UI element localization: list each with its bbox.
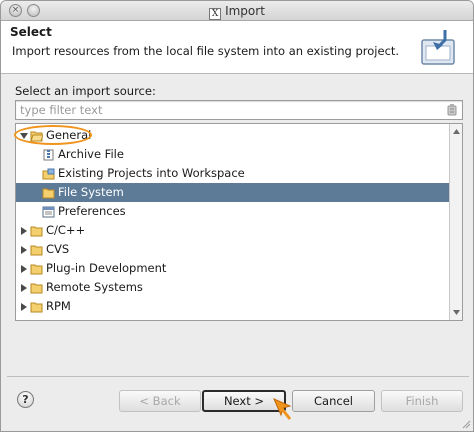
- tree-item-label: RPM: [46, 299, 71, 313]
- folder-icon: [30, 283, 43, 294]
- existing-projects-icon: [42, 168, 55, 180]
- tree-scrollbar[interactable]: [449, 124, 462, 320]
- tree-item-label: CVS: [46, 242, 70, 256]
- tree-item-file-system[interactable]: File System: [16, 183, 450, 202]
- pointer-arrow-icon: [273, 398, 292, 420]
- archive-file-icon: [43, 149, 54, 161]
- tree-item-label: Existing Projects into Workspace: [58, 166, 245, 180]
- x11-logo-icon: X: [209, 8, 222, 20]
- chevron-right-icon[interactable]: [19, 226, 29, 236]
- tree-item-archive-file[interactable]: Archive File: [16, 145, 450, 164]
- clear-filter-icon[interactable]: [445, 103, 459, 117]
- tree-item-cpp[interactable]: C/C++: [16, 221, 450, 240]
- tree-item-cvs[interactable]: CVS: [16, 240, 450, 259]
- page-description: Import resources from the local file sys…: [12, 44, 400, 58]
- resize-grip-icon[interactable]: [461, 419, 471, 429]
- tree-item-remote-systems[interactable]: Remote Systems: [16, 278, 450, 297]
- tree-item-label: Preferences: [58, 204, 126, 218]
- import-dialog: × X Import Select Import resources from t…: [0, 0, 474, 432]
- help-button[interactable]: ?: [17, 391, 34, 408]
- cancel-button[interactable]: Cancel: [292, 390, 375, 412]
- general-highlight-annotation: [14, 125, 92, 145]
- tree-item-label: Archive File: [58, 147, 124, 161]
- page-title: Select: [10, 25, 52, 39]
- chevron-right-icon[interactable]: [19, 302, 29, 312]
- tree-item-label: Remote Systems: [46, 280, 143, 294]
- button-bar-divider: [7, 376, 469, 377]
- import-source-label: Select an import source:: [15, 84, 156, 98]
- chevron-right-icon[interactable]: [19, 283, 29, 293]
- scroll-down-icon[interactable]: [452, 308, 461, 317]
- folder-icon: [30, 264, 43, 275]
- folder-icon: [42, 188, 55, 199]
- folder-icon: [30, 302, 43, 313]
- title-bar[interactable]: × X Import: [1, 1, 473, 21]
- tree-item-preferences[interactable]: Preferences: [16, 202, 450, 221]
- import-wizard-icon: [421, 30, 455, 65]
- filter-input[interactable]: [15, 100, 463, 120]
- back-button[interactable]: < Back: [119, 390, 201, 412]
- import-source-tree[interactable]: General Archive File Existing Projects i…: [15, 123, 463, 321]
- tree-item-label: Plug-in Development: [46, 261, 167, 275]
- preferences-icon: [42, 206, 55, 218]
- tree-item-plugin-development[interactable]: Plug-in Development: [16, 259, 450, 278]
- folder-icon: [30, 226, 43, 237]
- chevron-right-icon[interactable]: [19, 245, 29, 255]
- tree-item-label: File System: [58, 185, 124, 199]
- chevron-right-icon[interactable]: [19, 264, 29, 274]
- tree-item-rpm[interactable]: RPM: [16, 297, 450, 316]
- wizard-header: Select Import resources from the local f…: [1, 21, 473, 74]
- tree-item-label: C/C++: [46, 223, 86, 237]
- tree-item-existing-projects[interactable]: Existing Projects into Workspace: [16, 164, 450, 183]
- scroll-up-icon[interactable]: [452, 127, 461, 136]
- folder-icon: [30, 245, 43, 256]
- window-title-text: Import: [225, 4, 265, 18]
- finish-button[interactable]: Finish: [381, 390, 463, 412]
- window-title: X Import: [1, 4, 473, 20]
